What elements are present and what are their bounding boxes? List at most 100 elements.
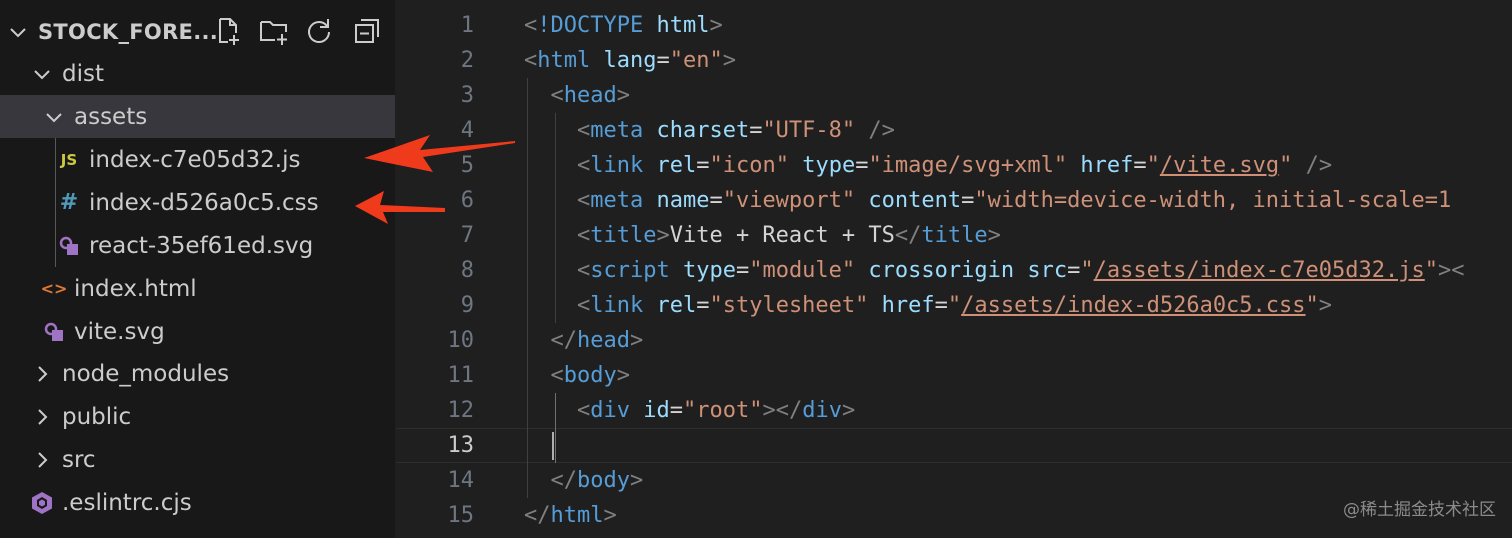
- code-line[interactable]: 7 <title>Vite + React + TS</title>: [396, 218, 1512, 253]
- code-token: <: [550, 83, 564, 108]
- tree-indent-guide: [55, 138, 56, 267]
- code-token: </: [550, 328, 578, 353]
- code-token: content: [868, 188, 962, 213]
- svg-file-icon: [42, 321, 66, 343]
- line-number: 11: [447, 363, 475, 388]
- code-token: >: [656, 223, 670, 248]
- code-token: head: [563, 83, 617, 108]
- code-token: =: [934, 293, 948, 318]
- code-token: ": [1424, 258, 1439, 283]
- code-token: ></: [762, 398, 803, 423]
- code-token: <: [576, 293, 591, 318]
- line-number: 2: [460, 48, 474, 73]
- code-token: <: [550, 363, 564, 388]
- tree-item-src[interactable]: src: [0, 438, 395, 481]
- code-token: >: [722, 48, 736, 73]
- collapse-all-icon[interactable]: [350, 14, 384, 48]
- code-token: <: [576, 398, 591, 423]
- code-editor[interactable]: 1 <!DOCTYPE html> 2 <html lang="en"> 3 <head…: [396, 0, 1512, 538]
- code-line[interactable]: 1 <!DOCTYPE html>: [396, 8, 1512, 43]
- code-token: ><: [1438, 258, 1465, 283]
- code-token: Vite + React + TS: [669, 223, 895, 248]
- tree-item-dist[interactable]: dist: [0, 52, 395, 95]
- tree-item-vite-svg[interactable]: vite.svg: [0, 310, 395, 353]
- code-token: meta: [590, 188, 644, 213]
- code-token: body: [563, 363, 617, 388]
- explorer-sidebar: STOCK_FORE... dist assets JS index-c7e05d32…: [0, 0, 395, 538]
- tree-item-index-html[interactable]: <> index.html: [0, 267, 395, 310]
- code-token: script: [590, 258, 670, 283]
- code-line[interactable]: 8 <script type="module" crossorigin src=…: [396, 253, 1512, 288]
- code-text: </head>: [524, 328, 644, 353]
- new-folder-icon[interactable]: [257, 14, 291, 48]
- code-token: <: [576, 258, 591, 283]
- tree-item-assets[interactable]: assets: [0, 95, 395, 138]
- code-line[interactable]: 5 <link rel="icon" type="image/svg+xml" …: [396, 148, 1512, 183]
- chevron-right-icon: [30, 405, 54, 429]
- code-token: />: [1305, 153, 1333, 178]
- svg-file-icon: [57, 235, 81, 257]
- code-line[interactable]: 12 <div id="root"></div>: [396, 393, 1512, 428]
- code-line[interactable]: 9 <link rel="stylesheet" href="/assets/i…: [396, 288, 1512, 323]
- code-token: =: [709, 188, 723, 213]
- tree-item-eslintrc-cjs[interactable]: .eslintrc.cjs: [0, 481, 395, 524]
- tree-item-index-d526a0c5-css[interactable]: # index-d526a0c5.css: [0, 181, 395, 224]
- code-token: ": [1080, 258, 1094, 283]
- code-token: href: [881, 293, 935, 318]
- code-token: =: [669, 398, 683, 423]
- code-line[interactable]: 13: [396, 428, 1512, 463]
- code-line[interactable]: 14 </body>: [396, 463, 1512, 498]
- new-file-icon[interactable]: [211, 14, 245, 48]
- tree-item-label: src: [62, 446, 96, 473]
- code-text: <title>Vite + React + TS</title>: [524, 223, 1001, 248]
- code-token: "stylesheet": [709, 293, 869, 318]
- code-line[interactable]: 3 <head>: [396, 78, 1512, 113]
- line-number: 9: [460, 293, 474, 318]
- line-number: 14: [447, 468, 475, 493]
- indent-guide: [555, 113, 556, 323]
- tree-item-node-modules[interactable]: node_modules: [0, 352, 395, 395]
- line-number: 6: [460, 188, 474, 213]
- tree-item-index-c7e05d32-js[interactable]: JS index-c7e05d32.js: [0, 138, 395, 181]
- code-line[interactable]: 10 </head>: [396, 323, 1512, 358]
- explorer-root-label: STOCK_FORE...: [38, 19, 219, 44]
- code-token: >: [841, 398, 856, 423]
- tree-item-label: assets: [74, 103, 148, 130]
- code-token: <: [576, 153, 591, 178]
- code-token: =: [656, 48, 670, 73]
- code-token: =: [1133, 153, 1147, 178]
- code-token: meta: [590, 118, 644, 143]
- code-token: >: [616, 363, 630, 388]
- code-line[interactable]: 4 <meta charset="UTF-8" />: [396, 113, 1512, 148]
- code-token: <: [524, 48, 538, 73]
- tree-item-label: vite.svg: [74, 318, 165, 345]
- text-cursor: [552, 431, 554, 460]
- line-number: 3: [460, 83, 474, 108]
- code-line[interactable]: 2 <html lang="en">: [396, 43, 1512, 78]
- code-line[interactable]: 6 <meta name="viewport" content="width=d…: [396, 183, 1512, 218]
- code-token: "icon": [709, 153, 789, 178]
- tree-item-public[interactable]: public: [0, 395, 395, 438]
- code-text: </body>: [524, 468, 644, 493]
- code-token: =: [1067, 258, 1081, 283]
- code-line[interactable]: 11 <body>: [396, 358, 1512, 393]
- watermark: @稀土掘金技术社区: [1343, 500, 1496, 520]
- line-number: 7: [460, 223, 474, 248]
- code-token: head: [577, 328, 630, 353]
- code-token: div: [590, 398, 630, 423]
- code-token: <: [576, 188, 591, 213]
- tree-item-label: node_modules: [62, 360, 230, 387]
- refresh-icon[interactable]: [302, 14, 336, 48]
- tree-item-react-35ef61ed-svg[interactable]: react-35ef61ed.svg: [0, 224, 395, 267]
- eslint-file-icon: [30, 491, 54, 515]
- code-token: "UTF-8": [762, 118, 856, 143]
- tree-item-label: public: [62, 403, 132, 430]
